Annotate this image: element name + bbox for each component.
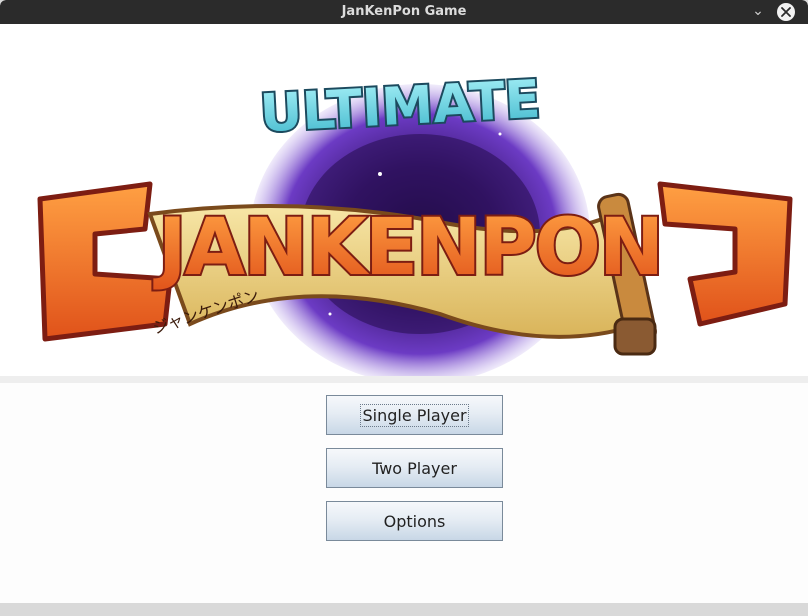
- logo-artwork: JANKENPON ULTIMATE ジャンケンポン: [37, 68, 793, 384]
- two-player-label: Two Player: [372, 458, 457, 478]
- single-player-button[interactable]: Single Player: [326, 395, 503, 435]
- window-bottom-edge: [0, 603, 808, 616]
- options-label: Options: [383, 511, 446, 531]
- two-player-button[interactable]: Two Player: [326, 448, 503, 488]
- right-bracket-shape: [657, 181, 793, 327]
- window-title: JanKenPon Game: [341, 4, 467, 19]
- options-button[interactable]: Options: [326, 501, 503, 541]
- close-button[interactable]: [777, 3, 795, 21]
- game-logo: JANKENPON ULTIMATE ジャンケンポン: [0, 24, 808, 384]
- section-divider: [0, 376, 808, 383]
- left-bracket-shape: [37, 181, 173, 342]
- logo-main-text: JANKENPON: [153, 203, 662, 293]
- minimize-button[interactable]: ⌄: [748, 2, 768, 22]
- title-bar[interactable]: JanKenPon Game ⌄: [0, 0, 808, 24]
- single-player-label: Single Player: [360, 403, 469, 427]
- app-window: JanKenPon Game ⌄ JANKENPON ULTIMATE ジャンケ…: [0, 0, 808, 616]
- close-icon: [781, 7, 791, 17]
